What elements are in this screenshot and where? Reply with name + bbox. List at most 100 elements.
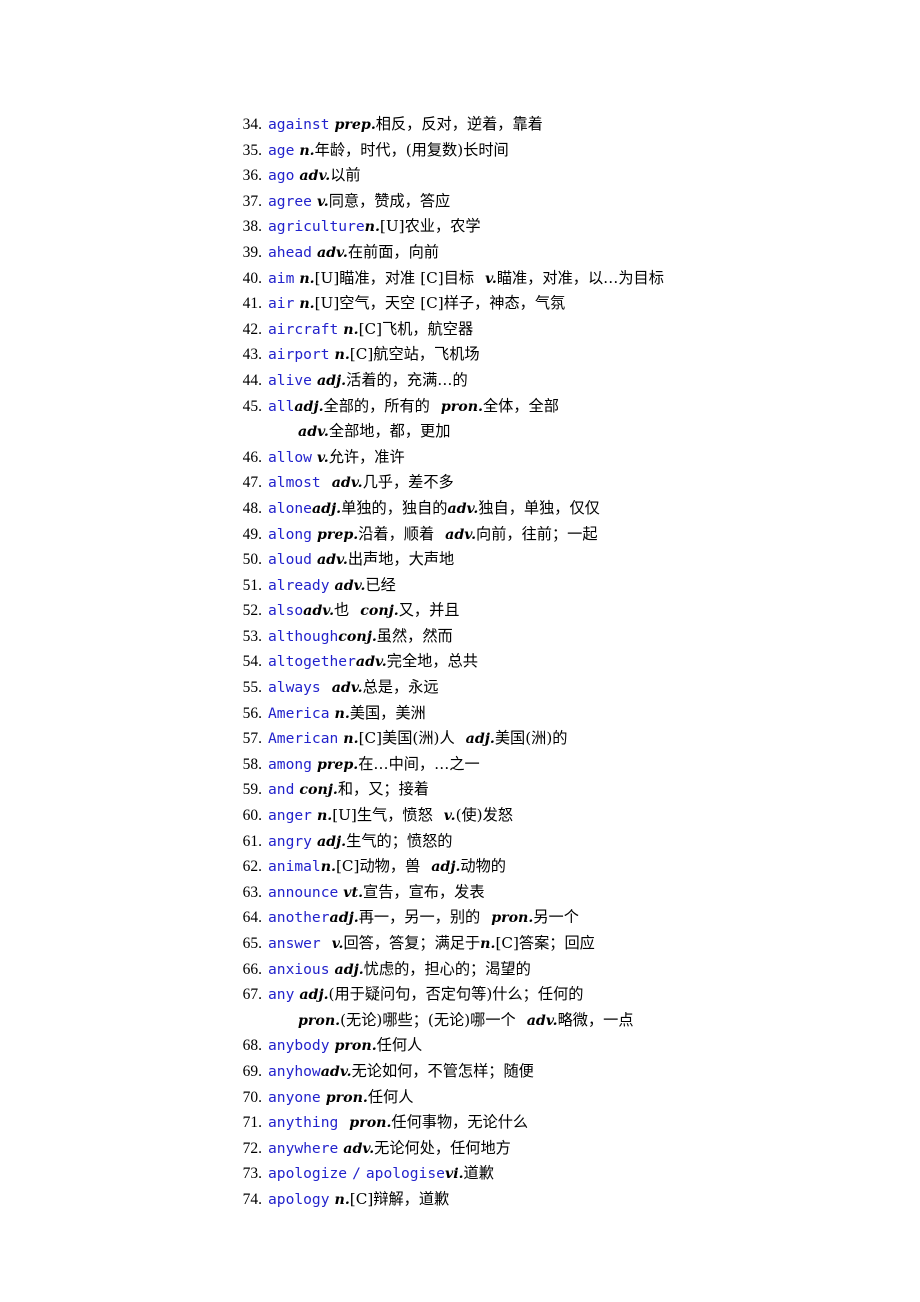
entry-first-line: 74apologyn.[C]辩解，道歉 — [232, 1187, 892, 1213]
vocabulary-entry: 66anxiousadj.忧虑的，担心的；渴望的 — [232, 957, 892, 983]
entry-first-line: 52 alsoadv.也 conj.又，并且 — [232, 598, 892, 624]
entry-number: 44 — [232, 369, 262, 394]
entry-number: 66 — [232, 958, 262, 983]
part-of-speech: adj. — [311, 500, 342, 517]
entry-body: already adv.已经 — [268, 573, 396, 599]
part-of-speech: adj. — [334, 961, 364, 978]
english-word: almost — [268, 474, 321, 492]
chinese-definition: 忧虑的，担心的；渴望的 — [363, 959, 531, 978]
entry-first-line: 67anyadj.(用于疑问句，否定句等)什么；任何的 — [232, 982, 892, 1008]
entry-first-line: 53althoughconj.虽然，然而 — [232, 624, 892, 650]
entry-number: 41 — [232, 292, 262, 317]
entry-body: altogetheradv.完全地，总共 — [268, 649, 478, 675]
chinese-definition: 美国(洲)的 — [494, 729, 568, 748]
english-word: aloud — [268, 551, 312, 569]
entry-body: any adj.(用于疑问句，否定句等)什么；任何的 — [268, 982, 583, 1008]
part-of-speech: conj. — [299, 782, 338, 799]
entry-first-line: 50aloudadv.出声地，大声地 — [232, 547, 892, 573]
vocabulary-entry: 62 animaln.[C]动物，兽 adj.动物的 — [232, 854, 892, 880]
vocabulary-list: 34againstprep.相反，反对，逆着，靠着35agen.年龄，时代，(用… — [232, 112, 892, 1213]
chinese-definition: 沿着，顺着 — [358, 524, 435, 543]
vocabulary-entry: 61angryadj.生气的；愤怒的 — [232, 829, 892, 855]
english-word: anxious — [268, 960, 330, 978]
part-of-speech: conj. — [338, 628, 377, 645]
entry-first-line: 51alreadyadv.已经 — [232, 573, 892, 599]
entry-first-line: 45 alladj.全部的，所有的 pron.全体，全部 — [232, 394, 892, 420]
entry-first-line: 36agoadv.以前 — [232, 163, 892, 189]
entry-first-line: 57 Americann.[C]美国(洲)人 adj.美国(洲)的 — [232, 726, 892, 752]
vocabulary-entry: 71 anything pron.任何事物，无论什么 — [232, 1110, 892, 1136]
english-word: apologise — [365, 1165, 445, 1183]
part-of-speech: v. — [316, 193, 329, 210]
part-of-speech: n. — [299, 270, 315, 287]
chinese-definition: 另一个 — [533, 908, 579, 927]
chinese-definition: 完全地，总共 — [386, 652, 478, 671]
chinese-definition: 几乎，差不多 — [362, 473, 454, 492]
entry-body: anxious adj.忧虑的，担心的；渴望的 — [268, 957, 531, 983]
entry-body: agree v.同意，赞成，答应 — [268, 189, 450, 215]
entry-number: 72 — [232, 1137, 262, 1162]
chinese-definition: 独自，单独，仅仅 — [478, 498, 600, 517]
part-of-speech: n. — [316, 808, 333, 825]
entry-first-line: 62 animaln.[C]动物，兽 adj.动物的 — [232, 854, 892, 880]
part-of-speech: adv. — [316, 552, 348, 569]
english-word: and — [268, 781, 295, 799]
entry-number: 37 — [232, 190, 262, 215]
part-of-speech: n. — [334, 347, 350, 364]
part-of-speech: v. — [443, 808, 456, 825]
entry-number: 47 — [232, 471, 262, 496]
chinese-definition: 单独的，独自的 — [341, 498, 448, 517]
english-word: alone — [268, 499, 312, 517]
part-of-speech: n. — [334, 1191, 350, 1208]
chinese-definition: 道歉 — [463, 1164, 494, 1183]
entry-body: althoughconj.虽然，然而 — [268, 624, 453, 650]
entry-first-line: 39 aheadadv.在前面，向前 — [232, 240, 892, 266]
english-word: age — [268, 141, 295, 159]
entry-body: aim n.[U]瞄准，对准 [C]目标 v.瞄准，对准，以…为目标 — [268, 266, 664, 292]
entry-number: 56 — [232, 702, 262, 727]
entry-number: 46 — [232, 446, 262, 471]
chinese-definition: [C]美国(洲)人 — [358, 729, 455, 748]
vocabulary-entry: 72anywhereadv.无论何处，任何地方 — [232, 1136, 892, 1162]
entry-first-line: 64 anotheradj.再一，另一，别的 pron.另一个 — [232, 905, 892, 931]
chinese-definition: [C]航空站，飞机场 — [349, 345, 480, 364]
english-word: against — [268, 116, 330, 133]
entry-body: apology n.[C]辩解，道歉 — [268, 1187, 449, 1213]
part-of-speech: prep. — [334, 117, 376, 133]
entry-first-line: 41airn.[U]空气，天空[C]样子，神态，气氛 — [232, 291, 892, 317]
part-of-speech: adv. — [303, 603, 335, 620]
chinese-definition: 动物的 — [460, 857, 506, 876]
entry-body: among prep.在…中间，…之一 — [268, 752, 480, 778]
english-word: ahead — [268, 243, 312, 261]
part-of-speech: pron. — [349, 1115, 392, 1132]
part-of-speech: n. — [320, 859, 336, 876]
entry-number: 74 — [232, 1188, 262, 1213]
entry-number: 57 — [232, 727, 262, 752]
vocabulary-entry: 60 angern.[U]生气，愤怒 v.(使)发怒 — [232, 803, 892, 829]
entry-first-line: 63announcevt.宣告，宣布，发表 — [232, 880, 892, 906]
entry-number: 58 — [232, 753, 262, 778]
part-of-speech: n. — [364, 219, 380, 236]
entry-body: anyhowadv.无论如何，不管怎样；随便 — [268, 1059, 534, 1085]
vocabulary-entry: 48aloneadj.单独的，独自的adv.独自，单独，仅仅 — [232, 496, 892, 522]
part-of-speech: adv. — [316, 244, 348, 261]
english-word: airport — [268, 346, 330, 364]
vocabulary-entry: 63announcevt.宣告，宣布，发表 — [232, 880, 892, 906]
entry-body: age n.年龄，时代，(用复数)长时间 — [268, 138, 509, 164]
entry-body: animaln.[C]动物，兽 adj.动物的 — [268, 854, 506, 880]
english-word: any — [268, 986, 295, 1004]
part-of-speech: adv. — [331, 475, 363, 492]
chinese-definition: 在前面，向前 — [347, 242, 439, 261]
english-word: answer — [268, 935, 321, 952]
entry-body: aloud adv.出声地，大声地 — [268, 547, 454, 573]
chinese-definition: 以前 — [330, 166, 361, 185]
entry-first-line: 46allowv.允许，准许 — [232, 445, 892, 471]
entry-number: 39 — [232, 241, 262, 266]
english-word: animal — [268, 858, 321, 876]
part-of-speech: prep. — [316, 756, 359, 773]
part-of-speech: pron. — [440, 398, 483, 415]
entry-number: 45 — [232, 395, 262, 420]
vocabulary-entry: 65 answer v.回答，答复；满足于n.[C]答案；回应 — [232, 931, 892, 957]
chinese-definition: [C]辩解，道歉 — [349, 1189, 450, 1208]
english-word: agriculture — [268, 218, 365, 236]
